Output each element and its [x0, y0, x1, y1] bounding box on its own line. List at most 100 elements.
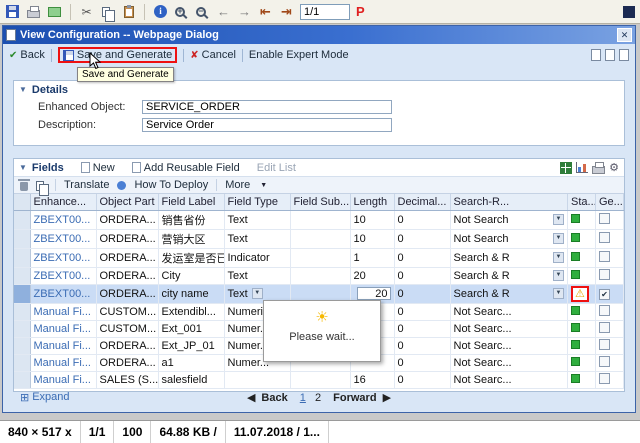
enhancement-link[interactable]: ZBEXT00... [30, 210, 97, 230]
table-row[interactable]: ZBEXT00... ORDERA... 销售省份 Text 10 0 ▼ Not… [14, 210, 624, 230]
collapse-icon[interactable]: ▼ [19, 85, 27, 94]
col-search[interactable]: Search-R... [450, 194, 568, 211]
col-object-part[interactable]: Object Part [96, 194, 159, 211]
save-and-generate-button[interactable]: Save and Generate [62, 49, 172, 61]
row-selector[interactable] [14, 210, 31, 230]
dropdown-icon[interactable]: ▼ [251, 288, 263, 300]
generated-checkbox[interactable] [599, 372, 610, 384]
row-selector[interactable] [14, 337, 31, 355]
search-cell[interactable]: ▼ Search & R [450, 267, 568, 285]
document-page-icon[interactable] [619, 49, 629, 61]
enhancement-link[interactable]: Manual Fi... [30, 371, 97, 389]
personalize-icon[interactable]: ⚙ [609, 161, 619, 174]
back-button[interactable]: ✔ Back [9, 49, 45, 61]
expand-link[interactable]: ⊞ Expand [20, 391, 70, 404]
translate-button[interactable]: Translate [64, 179, 109, 191]
print-icon[interactable] [592, 161, 606, 174]
export-icon[interactable] [560, 161, 573, 174]
cancel-button[interactable]: ✘ Cancel [190, 49, 236, 61]
page-number-input[interactable] [300, 3, 350, 20]
row-selector[interactable] [14, 371, 31, 389]
pager-forward[interactable]: Forward ▶ [330, 392, 394, 404]
next-image-icon[interactable]: → [237, 4, 252, 20]
col-length[interactable]: Length [350, 194, 395, 211]
col-decimal[interactable]: Decimal... [394, 194, 451, 211]
copy-icon[interactable] [100, 4, 115, 22]
table-row[interactable]: Manual Fi... SALES (S... salesfield 16 0… [14, 371, 624, 389]
search-cell[interactable]: ▼ Search & R [450, 248, 568, 268]
col-enhance[interactable]: Enhance... [30, 194, 97, 211]
table-row[interactable]: ZBEXT00... ORDERA... 发运室是否已 Indicator 1 … [14, 248, 624, 268]
generated-checkbox[interactable] [599, 321, 610, 333]
col-field-label[interactable]: Field Label [158, 194, 225, 211]
new-button[interactable]: New [80, 162, 115, 174]
new-page-icon[interactable] [591, 49, 601, 61]
search-cell[interactable]: ▼ Not Search [450, 229, 568, 249]
enhancement-link[interactable]: Manual Fi... [30, 320, 97, 338]
generated-checkbox[interactable] [599, 338, 610, 350]
enhancement-link[interactable]: ZBEXT00... [30, 248, 97, 268]
row-selector[interactable] [14, 248, 31, 268]
row-selector[interactable] [14, 320, 31, 338]
col-field-type[interactable]: Field Type [224, 194, 291, 211]
details-header[interactable]: ▼ Details [14, 81, 624, 98]
enhancement-link[interactable]: Manual Fi... [30, 303, 97, 321]
enable-expert-mode-button[interactable]: Enable Expert Mode [249, 49, 349, 61]
generated-checkbox[interactable] [599, 268, 610, 280]
generated-checkbox[interactable] [599, 250, 610, 262]
info-icon[interactable]: i [153, 4, 168, 20]
cut-icon[interactable]: ✂ [79, 4, 94, 20]
notes-page-icon[interactable] [605, 49, 615, 61]
table-row[interactable]: ZBEXT00... ORDERA... 营销大区 Text 10 0 ▼ Not… [14, 229, 624, 249]
add-reusable-field-button[interactable]: Add Reusable Field [131, 162, 240, 174]
chart-icon[interactable] [576, 162, 589, 173]
dialog-titlebar[interactable]: View Configuration -- Webpage Dialog ✕ [3, 26, 635, 44]
pager-page-2[interactable]: 2 [315, 392, 321, 404]
first-image-icon[interactable]: ⇤ [258, 4, 273, 20]
generated-checkbox[interactable] [599, 355, 610, 367]
paste-icon[interactable] [121, 4, 136, 20]
enhancement-link[interactable]: ZBEXT00... [30, 229, 97, 249]
dropdown-icon[interactable]: ▼ [553, 287, 564, 299]
pager-back[interactable]: ◀ Back [244, 392, 291, 404]
search-cell[interactable]: ▼ Search & R [450, 284, 568, 304]
save-icon[interactable] [5, 4, 20, 20]
zoom-out-icon[interactable]: − [195, 4, 210, 20]
dropdown-icon[interactable]: ▼ [553, 269, 564, 281]
row-selector[interactable] [14, 284, 31, 304]
delete-icon[interactable] [18, 179, 30, 191]
generated-checkbox[interactable] [599, 231, 610, 243]
col-status[interactable]: Sta... [567, 194, 596, 211]
last-image-icon[interactable]: ⇥ [279, 4, 294, 20]
description-field[interactable]: Service Order [142, 118, 392, 132]
dropdown-icon[interactable]: ▼ [553, 251, 564, 263]
enhancement-link[interactable]: Manual Fi... [30, 337, 97, 355]
row-selector[interactable] [14, 303, 31, 321]
enhancement-link[interactable]: Manual Fi... [30, 354, 97, 372]
enhancement-link[interactable]: ZBEXT00... [30, 284, 97, 304]
prev-image-icon[interactable]: ← [216, 4, 231, 20]
generated-checkbox[interactable] [599, 304, 610, 316]
row-selector[interactable] [14, 229, 31, 249]
table-row[interactable]: ZBEXT00... ORDERA... City Text 20 0 ▼ Sea… [14, 267, 624, 285]
collapse-icon[interactable]: ▼ [19, 163, 27, 172]
search-cell[interactable]: ▼ Not Search [450, 210, 568, 230]
copy-icon[interactable] [36, 180, 49, 196]
close-icon[interactable]: ✕ [617, 28, 632, 42]
col-field-sub[interactable]: Field Sub... [290, 194, 351, 211]
more-button[interactable]: More [225, 179, 250, 191]
row-selector[interactable] [14, 354, 31, 372]
slideshow-icon[interactable] [47, 4, 62, 20]
zoom-in-icon[interactable]: + [174, 4, 189, 20]
generated-checkbox-checked[interactable]: ✔ [599, 288, 610, 300]
print-icon[interactable] [26, 4, 41, 20]
dropdown-icon[interactable]: ▼ [553, 213, 564, 225]
dropdown-icon[interactable]: ▼ [553, 232, 564, 244]
generated-checkbox[interactable] [599, 212, 610, 224]
row-selector[interactable] [14, 267, 31, 285]
col-generated[interactable]: Ge... [595, 194, 624, 211]
enhancement-link[interactable]: ZBEXT00... [30, 267, 97, 285]
length-input[interactable]: 20 [356, 287, 391, 300]
enhanced-object-field[interactable]: SERVICE_ORDER [142, 100, 392, 114]
how-to-deploy-button[interactable]: How To Deploy [134, 179, 208, 191]
